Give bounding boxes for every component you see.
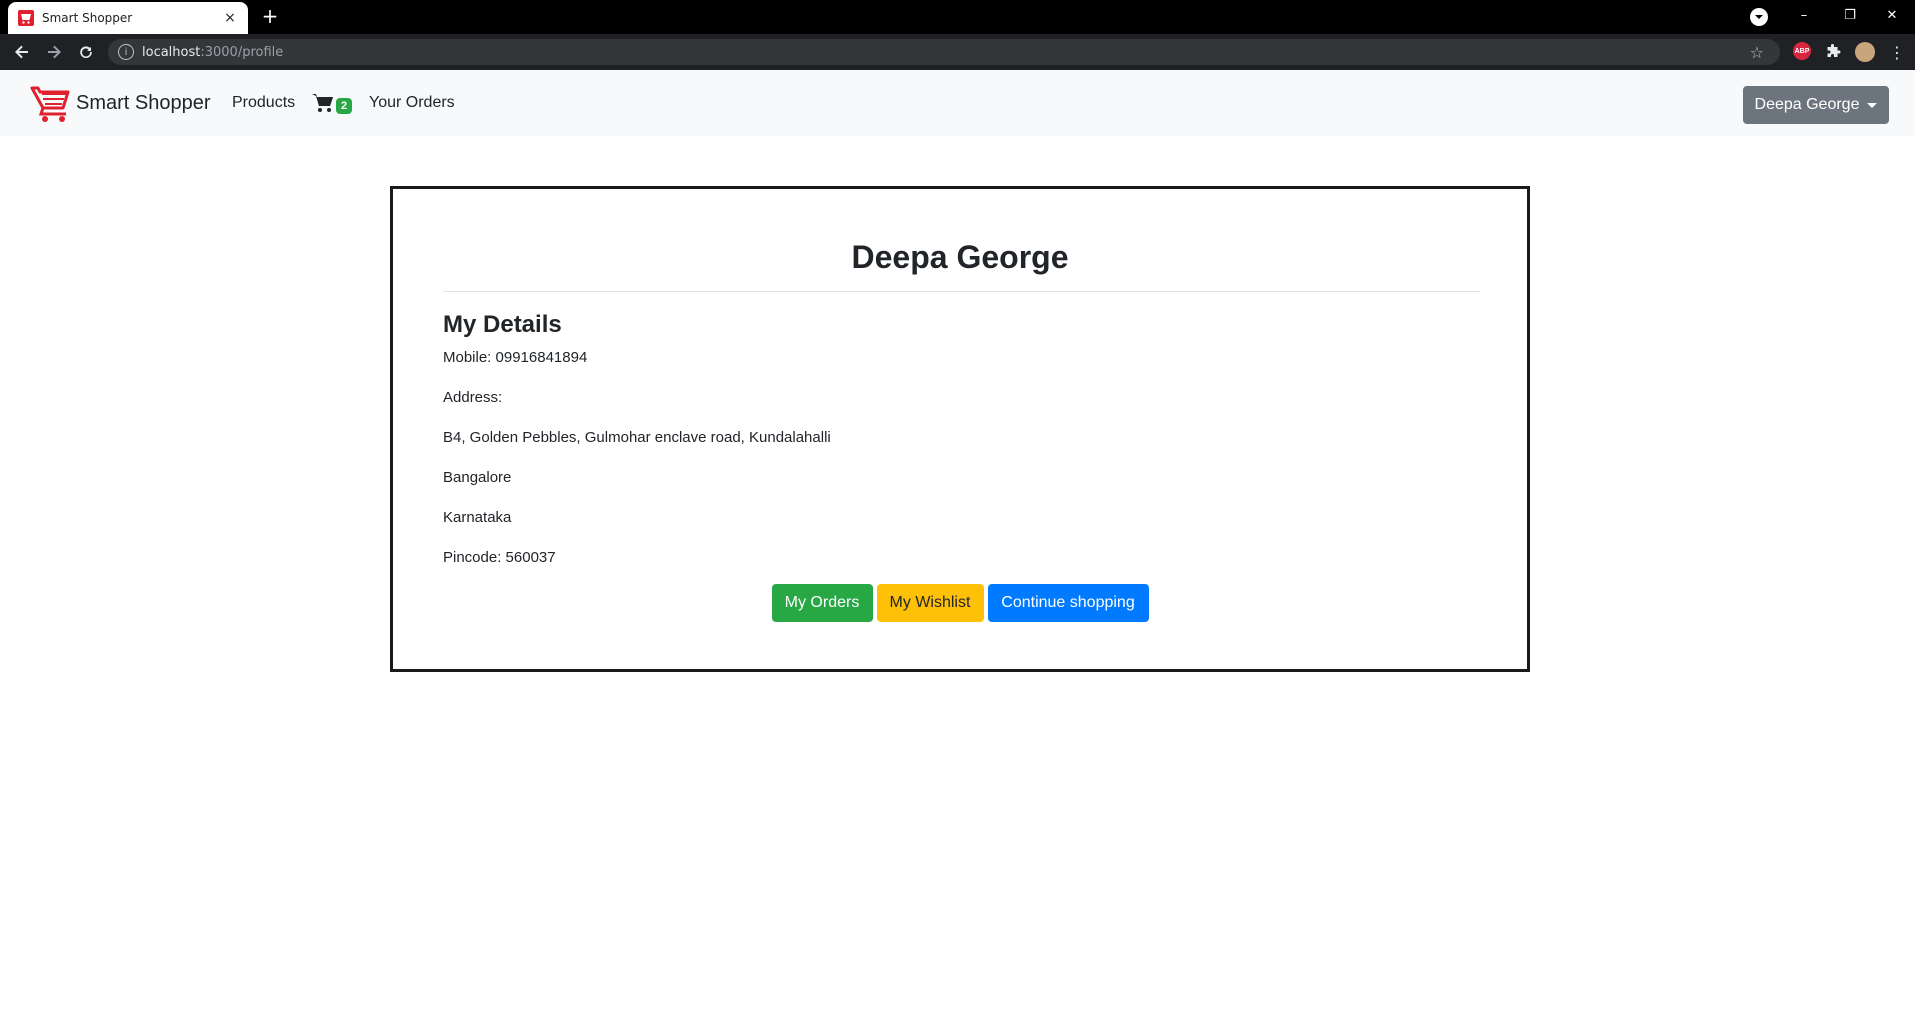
reload-icon[interactable]	[74, 40, 98, 64]
brand-link[interactable]: Smart Shopper	[30, 82, 211, 124]
address-label: Address:	[443, 389, 503, 406]
window-close-button[interactable]: ✕	[1869, 0, 1915, 30]
restore-button[interactable]: ❐	[1827, 0, 1873, 30]
shopping-cart-logo-icon	[30, 86, 70, 122]
cart-link[interactable]: 2	[312, 92, 353, 114]
tab-close-icon[interactable]: ×	[222, 10, 238, 26]
shopping-cart-favicon-icon	[18, 10, 34, 26]
profile-name-heading: Deepa George	[851, 239, 1069, 275]
site-info-icon[interactable]: i	[118, 44, 134, 60]
back-arrow-icon[interactable]	[10, 40, 34, 64]
app-navbar: Smart Shopper Products 2 Your Orders Dee…	[0, 70, 1915, 136]
mobile-text: Mobile: 09916841894	[443, 349, 588, 366]
cart-icon	[312, 94, 333, 112]
browser-menu-icon[interactable]: ⋮	[1887, 42, 1907, 62]
minimize-button[interactable]: –	[1781, 0, 1827, 30]
my-details-heading: My Details	[443, 311, 562, 338]
url-path: :3000/profile	[200, 44, 284, 60]
new-tab-button[interactable]: +	[258, 4, 282, 28]
bookmark-star-icon[interactable]: ☆	[1750, 43, 1764, 62]
address-line: B4, Golden Pebbles, Gulmohar enclave roa…	[443, 429, 831, 446]
continue-shopping-button[interactable]: Continue shopping	[987, 584, 1149, 622]
brand-name: Smart Shopper	[76, 91, 211, 114]
user-menu-dropdown[interactable]: Deepa George	[1743, 86, 1889, 124]
city-text: Bangalore	[443, 469, 512, 486]
forward-arrow-icon[interactable]	[42, 40, 66, 64]
browser-tab-bar: Smart Shopper × + – ❐ ✕	[0, 0, 1915, 34]
my-wishlist-button[interactable]: My Wishlist	[876, 584, 984, 622]
url-host: localhost	[142, 44, 201, 60]
browser-tab[interactable]: Smart Shopper ×	[8, 2, 248, 34]
divider	[443, 291, 1480, 292]
user-menu-label: Deepa George	[1754, 96, 1860, 113]
address-bar[interactable]: i localhost:3000/profile ☆	[108, 39, 1780, 65]
extensions-puzzle-icon[interactable]	[1823, 42, 1843, 62]
profile-card: Deepa George My Details Mobile: 09916841…	[390, 186, 1530, 672]
my-orders-button[interactable]: My Orders	[771, 584, 873, 622]
tab-title: Smart Shopper	[42, 11, 133, 25]
browser-profile-menu-icon[interactable]	[1750, 8, 1768, 26]
state-text: Karnataka	[443, 509, 512, 526]
browser-toolbar: i localhost:3000/profile ☆ ABP ⋮	[0, 34, 1915, 70]
nav-your-orders-link[interactable]: Your Orders	[369, 94, 455, 112]
nav-products-link[interactable]: Products	[232, 94, 295, 112]
pincode-text: Pincode: 560037	[443, 549, 556, 566]
adblock-plus-icon[interactable]: ABP	[1793, 42, 1811, 60]
caret-down-icon	[1867, 102, 1878, 108]
cart-count-badge: 2	[336, 98, 353, 114]
chrome-profile-avatar[interactable]	[1855, 42, 1875, 62]
profile-actions: My Orders My Wishlist Continue shopping	[393, 584, 1527, 622]
